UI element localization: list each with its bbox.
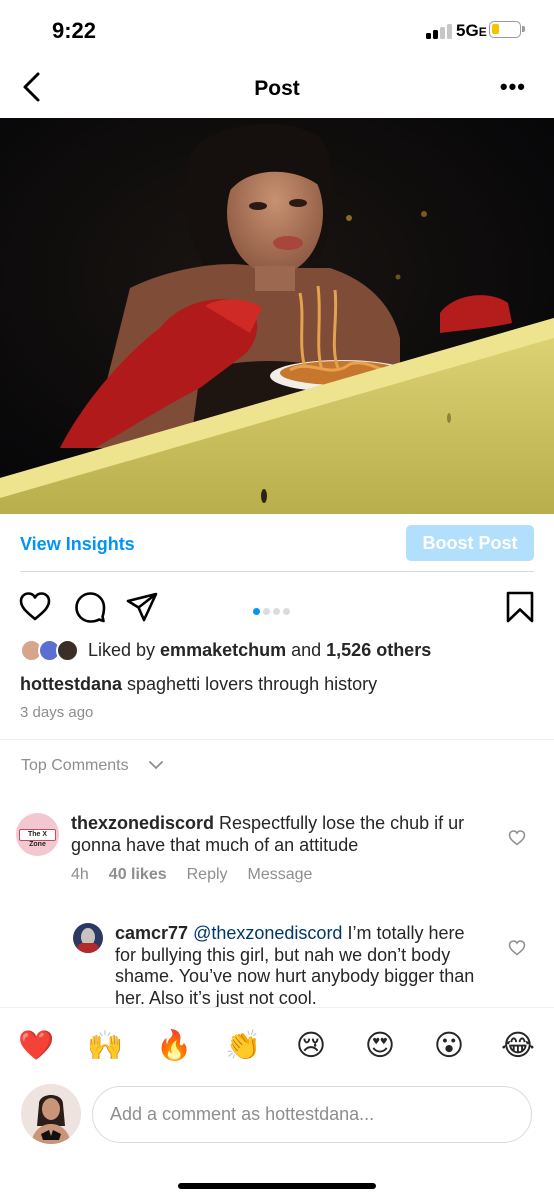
liker-username[interactable]: emmaketchum xyxy=(160,640,286,660)
nav-bar: Post ••• xyxy=(0,60,554,118)
commenter-avatar[interactable] xyxy=(73,923,103,953)
liker-avatars xyxy=(20,638,82,664)
post-actions xyxy=(0,585,554,627)
comment-text: camcr77 @thexzonediscord I’m totally her… xyxy=(115,923,475,1007)
comment-likes[interactable]: 40 likes xyxy=(109,866,167,883)
cellular-signal-icon xyxy=(426,23,454,39)
emoji-surprised[interactable]: 😮 xyxy=(430,1028,468,1062)
comment-heart-icon[interactable] xyxy=(508,939,526,957)
avatar-logo-text: The X Zone xyxy=(19,829,56,848)
comment-username[interactable]: camcr77 xyxy=(115,923,188,943)
post-photo[interactable] xyxy=(0,118,554,514)
network-type: 5GE xyxy=(456,21,487,40)
boost-post-button[interactable]: Boost Post xyxy=(406,525,534,561)
comment-time: 4h xyxy=(71,866,89,883)
emoji-reaction-bar: ❤️ 🙌 🔥 👏 😢 😍 😮 😂 xyxy=(0,1007,554,1081)
likes-text: Liked by emmaketchum and 1,526 others xyxy=(88,640,432,660)
divider xyxy=(0,739,554,740)
view-insights-link[interactable]: View Insights xyxy=(20,534,135,555)
comment-text: thexzonediscord Respectfully lose the ch… xyxy=(71,813,465,855)
status-time: 9:22 xyxy=(52,18,97,43)
emoji-fire[interactable]: 🔥 xyxy=(155,1028,193,1062)
current-user-avatar xyxy=(21,1084,81,1144)
insights-row: View Insights Boost Post xyxy=(20,514,534,572)
battery-icon xyxy=(489,21,525,38)
emoji-heart-eyes[interactable]: 😍 xyxy=(361,1028,399,1062)
share-icon[interactable] xyxy=(125,590,159,624)
page-title: Post xyxy=(254,77,300,100)
post-timestamp: 3 days ago xyxy=(20,704,94,721)
emoji-heart[interactable]: ❤️ xyxy=(17,1028,55,1062)
comment-icon[interactable] xyxy=(73,590,107,624)
comment-reply: camcr77 @thexzonediscord I’m totally her… xyxy=(0,917,554,1007)
add-comment-input[interactable]: Add a comment as hottestdana... xyxy=(92,1086,532,1143)
comment-composer: Add a comment as hottestdana... xyxy=(0,1081,554,1149)
chevron-down-icon[interactable] xyxy=(148,759,164,771)
comment-meta: 4h 40 likes Reply Message xyxy=(71,866,332,884)
comment-mention[interactable]: @thexzonediscord xyxy=(193,923,342,943)
comment: The X Zone thexzonediscord Respectfully … xyxy=(0,805,554,895)
message-button[interactable]: Message xyxy=(248,866,313,883)
post-image-illustration xyxy=(0,118,554,514)
bookmark-icon[interactable] xyxy=(503,590,537,624)
heart-icon[interactable] xyxy=(18,590,52,624)
status-bar: 9:22 5GE xyxy=(0,0,554,60)
emoji-laughing[interactable]: 😂 xyxy=(499,1028,537,1062)
likes-summary[interactable]: Liked by emmaketchum and 1,526 others xyxy=(20,638,540,664)
commenter-avatar[interactable]: The X Zone xyxy=(16,813,59,856)
home-indicator[interactable] xyxy=(178,1183,376,1189)
post-caption: hottestdana spaghetti lovers through his… xyxy=(20,674,378,694)
top-comments-sort[interactable]: Top Comments xyxy=(21,757,129,775)
avatar xyxy=(56,639,79,662)
emoji-clap[interactable]: 👏 xyxy=(224,1028,262,1062)
reply-button[interactable]: Reply xyxy=(187,866,228,883)
more-options-icon[interactable]: ••• xyxy=(500,74,526,100)
caption-username[interactable]: hottestdana xyxy=(20,674,122,694)
comment-username[interactable]: thexzonediscord xyxy=(71,813,214,833)
likes-count[interactable]: 1,526 others xyxy=(326,640,431,660)
emoji-crying[interactable]: 😢 xyxy=(292,1028,330,1062)
carousel-indicator xyxy=(253,602,293,620)
emoji-raised-hands[interactable]: 🙌 xyxy=(86,1028,124,1062)
comment-heart-icon[interactable] xyxy=(508,829,526,847)
